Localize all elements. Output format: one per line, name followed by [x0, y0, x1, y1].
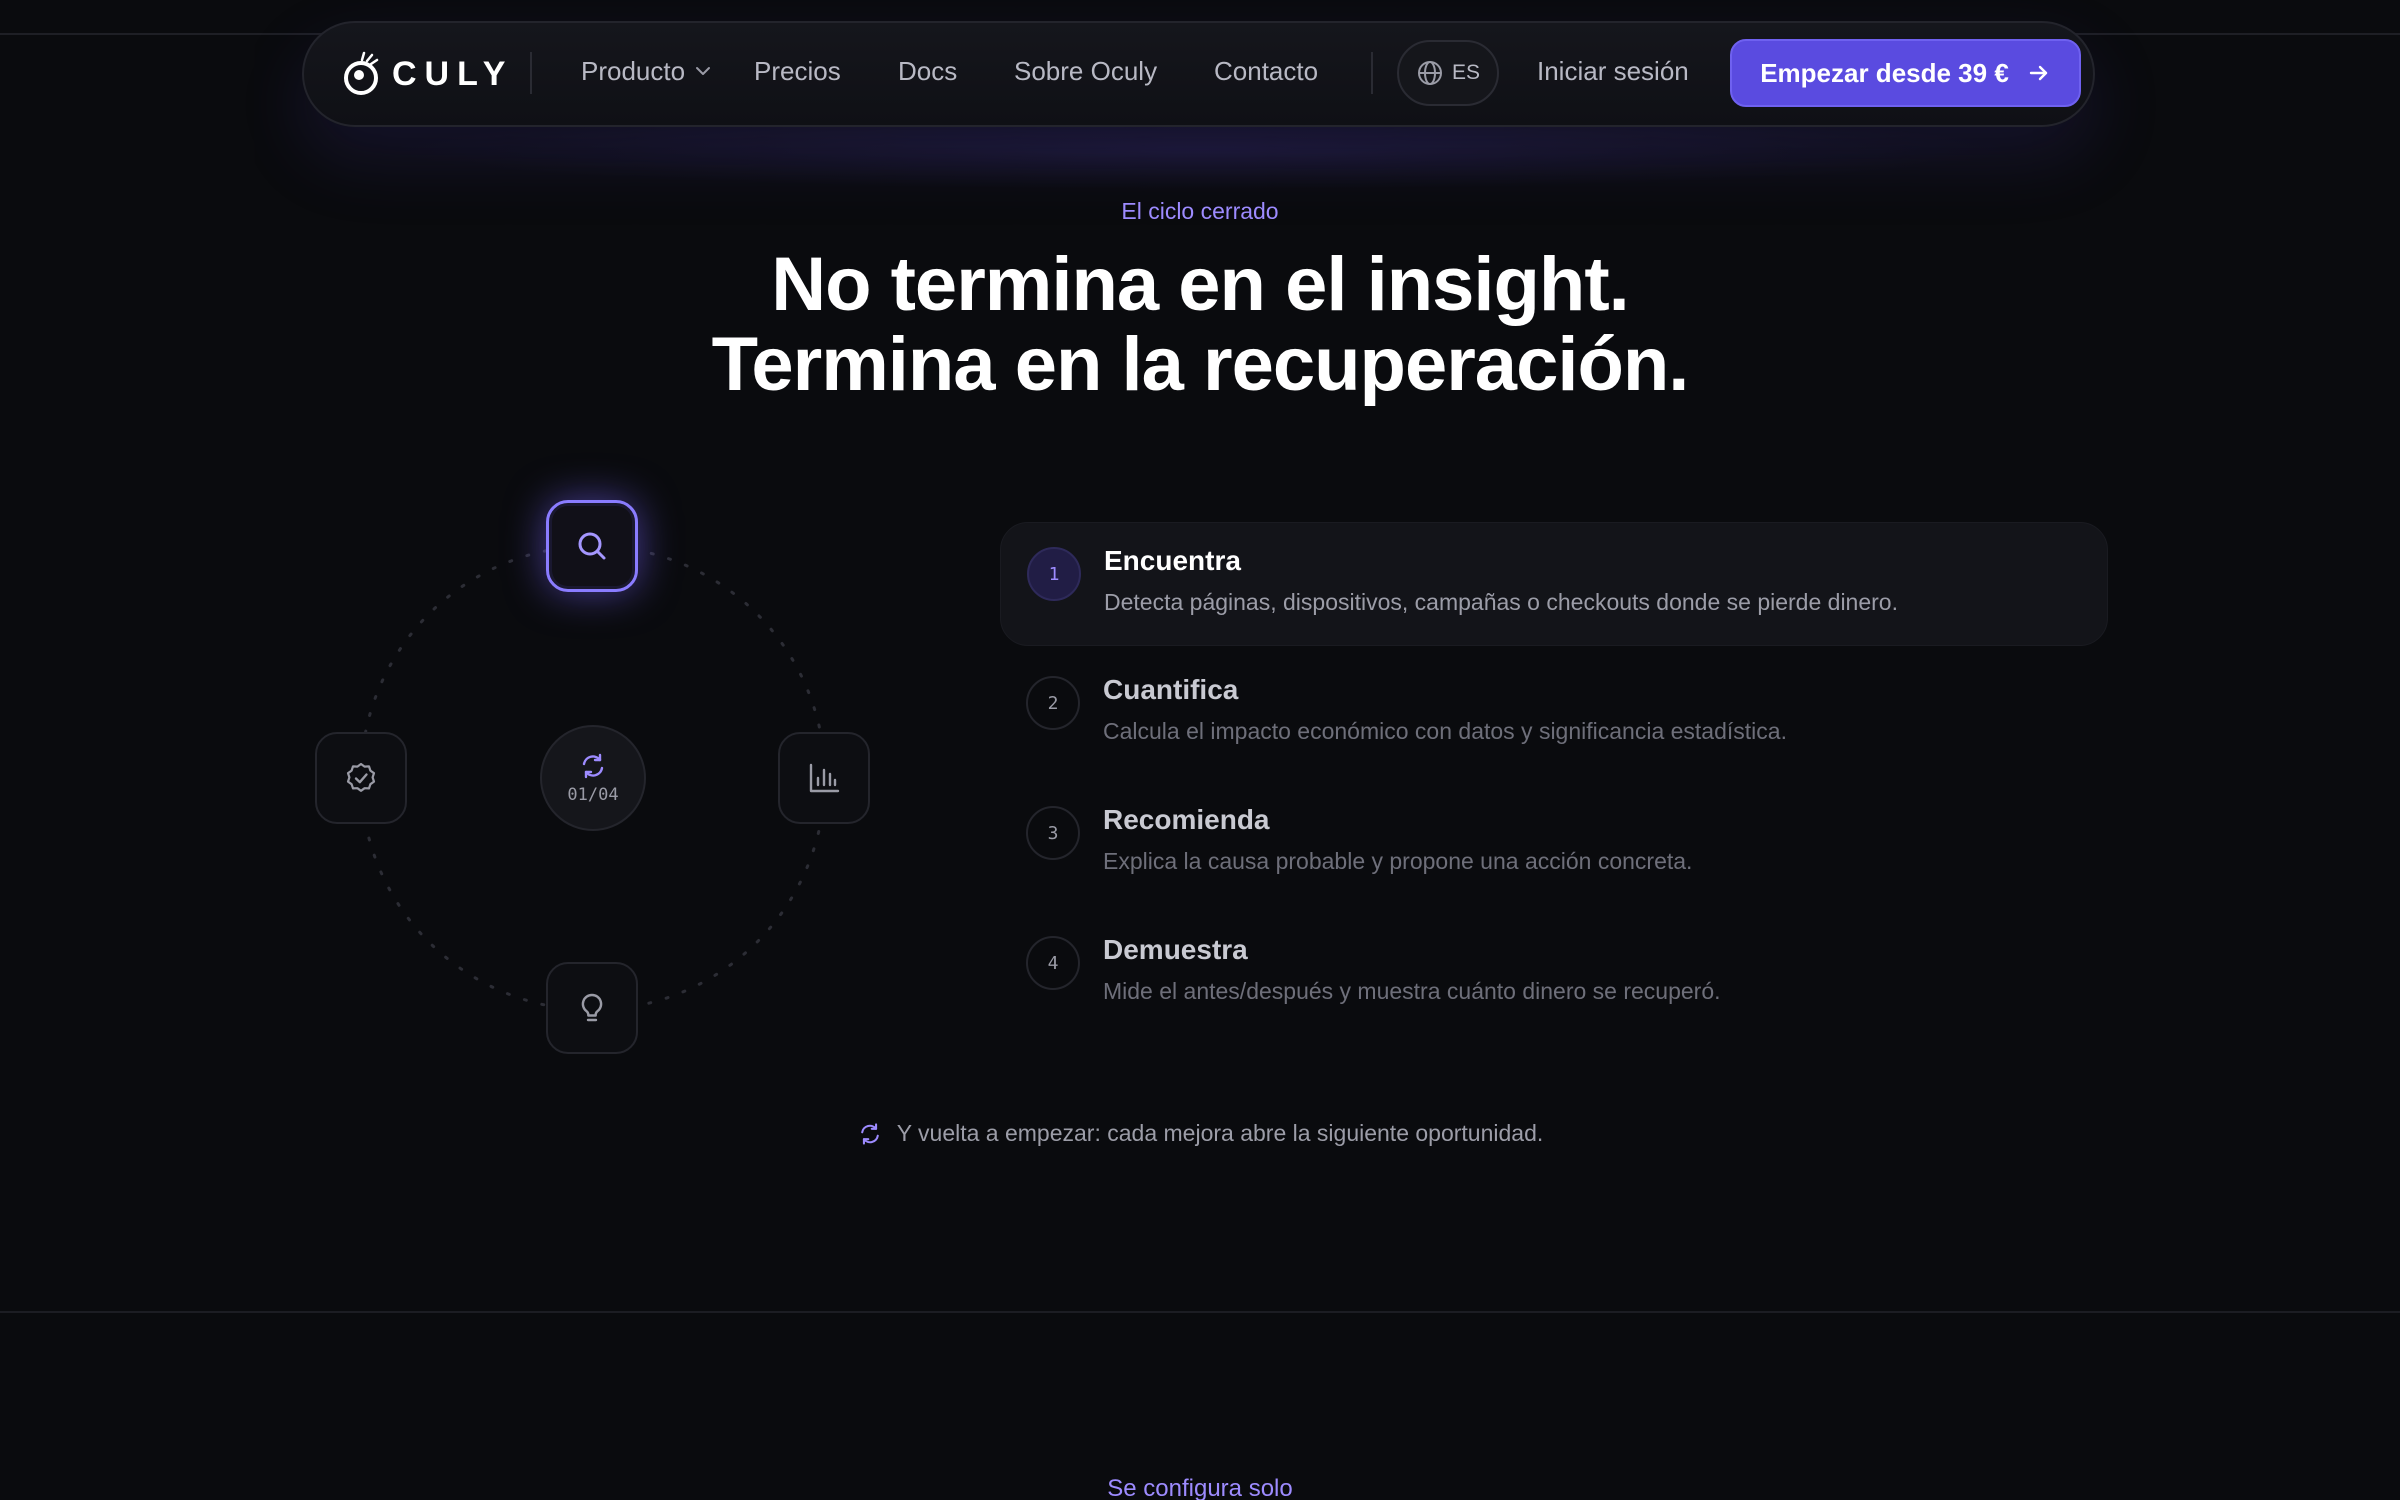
refresh-icon	[860, 1122, 879, 1145]
cycle-node-quantify[interactable]	[778, 732, 870, 824]
logo-eye-icon	[344, 51, 379, 95]
start-cta-button[interactable]: Empezar desde 39 €	[1730, 39, 2081, 107]
language-code: ES	[1451, 61, 1480, 84]
step-item-1[interactable]: 1 Encuentra Detecta páginas, dispositivo…	[1000, 522, 2108, 646]
logo-text: CULY	[392, 54, 514, 93]
nav-divider	[1371, 52, 1373, 94]
cycle-node-demonstrate[interactable]	[315, 732, 407, 824]
step-item-3[interactable]: 3 Recomienda Explica la causa probable y…	[1000, 782, 2108, 906]
badge-check-icon	[346, 762, 376, 792]
step-title: Encuentra	[1104, 545, 1241, 576]
search-icon	[578, 532, 606, 560]
section-title: No termina en el insight. Termina en la …	[0, 245, 2400, 405]
step-number: 3	[1026, 806, 1080, 860]
nav-link-contacto[interactable]: Contacto	[1214, 56, 1318, 87]
cta-label: Empezar desde 39 €	[1760, 57, 2009, 88]
step-title: Cuantifica	[1103, 674, 1239, 705]
cycle-counter: 01/04	[540, 725, 646, 831]
step-title: Recomienda	[1103, 804, 1270, 835]
chevron-down-icon[interactable]	[694, 64, 712, 78]
step-description: Detecta páginas, dispositivos, campañas …	[1104, 589, 1898, 615]
step-title: Demuestra	[1103, 934, 1248, 965]
next-section-eyebrow: Se configura solo	[1107, 1475, 1293, 1500]
language-selector[interactable]: ES	[1397, 40, 1499, 106]
refresh-icon	[582, 753, 604, 779]
arrow-right-icon	[2029, 65, 2047, 81]
bar-chart-icon	[809, 763, 840, 793]
nav-link-precios[interactable]: Precios	[754, 56, 841, 87]
cycle-node-find[interactable]	[546, 500, 638, 592]
step-number: 2	[1026, 676, 1080, 730]
step-description: Explica la causa probable y propone una …	[1103, 848, 1693, 874]
step-description: Mide el antes/después y muestra cuánto d…	[1103, 978, 1721, 1004]
logo[interactable]: CULY	[342, 48, 513, 100]
step-description: Calcula el impacto económico con datos y…	[1103, 718, 1787, 744]
footnote-text: Y vuelta a empezar: cada mejora abre la …	[896, 1120, 1544, 1146]
section-divider	[0, 1311, 2400, 1313]
nav-link-producto[interactable]: Producto	[581, 56, 685, 87]
nav-link-docs[interactable]: Docs	[898, 56, 957, 87]
step-number: 4	[1026, 936, 1080, 990]
title-line-2: Termina en la recuperación.	[711, 322, 1690, 407]
nav-link-sobre-oculy[interactable]: Sobre Oculy	[1014, 56, 1157, 87]
title-line-1: No termina en el insight.	[771, 242, 1630, 327]
cycle-footnote: Y vuelta a empezar: cada mejora abre la …	[0, 1120, 2400, 1147]
globe-icon	[1417, 61, 1442, 85]
nav-divider	[530, 52, 532, 94]
page: CULY Producto Precios Docs Sobre Oculy C…	[0, 0, 2400, 1500]
section-eyebrow: El ciclo cerrado	[1121, 198, 1279, 224]
step-number: 1	[1027, 547, 1081, 601]
step-item-4[interactable]: 4 Demuestra Mide el antes/después y mues…	[1000, 912, 2108, 1036]
lightbulb-icon	[581, 993, 603, 1022]
cycle-counter-text: 01/04	[567, 785, 619, 805]
login-link[interactable]: Iniciar sesión	[1537, 56, 1689, 87]
cycle-node-recommend[interactable]	[546, 962, 638, 1054]
step-item-2[interactable]: 2 Cuantifica Calcula el impacto económic…	[1000, 652, 2108, 776]
